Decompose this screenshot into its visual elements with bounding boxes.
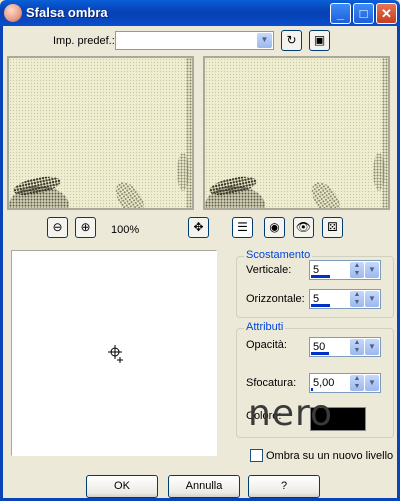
new-layer-checkbox[interactable] bbox=[250, 449, 263, 462]
horizontal-spinner[interactable]: 5 ▲ ▼ ▼ bbox=[309, 289, 381, 309]
zoom-out-button[interactable]: ⊖ bbox=[47, 217, 68, 238]
up-down-arrows-icon[interactable]: ▲ ▼ bbox=[350, 375, 364, 391]
opacity-level-bar bbox=[311, 352, 329, 355]
save-icon: ▣ bbox=[313, 33, 326, 47]
chevron-down-icon[interactable]: ▼ bbox=[257, 33, 272, 48]
blur-spinner[interactable]: 5,00 ▲ ▼ ▼ bbox=[309, 373, 381, 393]
proof-button[interactable]: 👁 bbox=[293, 217, 314, 238]
zoom-level: 100% bbox=[111, 224, 140, 236]
list-icon: ☰ bbox=[237, 220, 248, 234]
vertical-spinner[interactable]: 5 ▲ ▼ ▼ bbox=[309, 260, 381, 280]
eye-icon: 👁 bbox=[295, 220, 312, 234]
dice-icon: ⚄ bbox=[327, 220, 338, 234]
help-button[interactable]: ? bbox=[248, 475, 320, 498]
preset-dropdown[interactable]: ▼ bbox=[115, 31, 274, 50]
up-down-arrows-icon[interactable]: ▲ ▼ bbox=[350, 291, 364, 307]
attributes-group-title: Attributi bbox=[244, 321, 286, 333]
zoom-in-button[interactable]: ⊕ bbox=[75, 217, 96, 238]
opacity-label: Opacità: bbox=[246, 339, 287, 351]
ok-button[interactable]: OK bbox=[86, 475, 158, 498]
offset-canvas[interactable] bbox=[11, 250, 217, 456]
app-icon bbox=[4, 4, 22, 22]
title-bar: Sfalsa ombra _ □ ✕ bbox=[0, 0, 400, 26]
toggle-preview-button[interactable]: ☰ bbox=[232, 217, 253, 238]
pan-button[interactable]: ✥ bbox=[188, 217, 209, 238]
offset-crosshair-icon[interactable] bbox=[12, 251, 218, 457]
move-icon: ✥ bbox=[193, 220, 204, 234]
new-layer-label: Ombra su un nuovo livello bbox=[266, 450, 394, 462]
vertical-level-bar bbox=[311, 275, 330, 278]
save-preset-button[interactable]: ▣ bbox=[309, 30, 330, 51]
minimize-button[interactable]: _ bbox=[330, 3, 351, 24]
opacity-spinner[interactable]: 50 ▲ ▼ ▼ bbox=[309, 337, 381, 357]
randomize-button[interactable]: ⚄ bbox=[322, 217, 343, 238]
cancel-button[interactable]: Annulla bbox=[168, 475, 240, 498]
horizontal-label: Orizzontale: bbox=[246, 293, 305, 305]
up-down-arrows-icon[interactable]: ▲ ▼ bbox=[350, 262, 364, 278]
eye-cursor-icon: ◉ bbox=[269, 220, 280, 234]
maximize-button[interactable]: □ bbox=[353, 3, 374, 24]
horizontal-level-bar bbox=[311, 304, 330, 307]
vertical-label: Verticale: bbox=[246, 264, 292, 276]
zoom-out-icon: ⊖ bbox=[52, 220, 63, 234]
window-title: Sfalsa ombra bbox=[26, 5, 108, 20]
original-preview bbox=[7, 56, 194, 210]
blur-label: Sfocatura: bbox=[246, 377, 297, 389]
preview-on-image-button[interactable]: ◉ bbox=[264, 217, 285, 238]
chevron-down-icon[interactable]: ▼ bbox=[365, 262, 379, 278]
watermark-text: nero bbox=[248, 393, 333, 434]
reset-icon: ↻ bbox=[286, 33, 297, 47]
offset-group-title: Scostamento bbox=[244, 249, 313, 261]
result-preview bbox=[203, 56, 390, 210]
chevron-down-icon[interactable]: ▼ bbox=[365, 339, 379, 355]
chevron-down-icon[interactable]: ▼ bbox=[365, 291, 379, 307]
close-button[interactable]: ✕ bbox=[376, 3, 397, 24]
up-down-arrows-icon[interactable]: ▲ ▼ bbox=[350, 339, 364, 355]
reset-preset-button[interactable]: ↻ bbox=[281, 30, 302, 51]
blur-level-bar bbox=[311, 388, 313, 391]
preset-label: Imp. predef.: bbox=[53, 35, 115, 47]
zoom-in-icon: ⊕ bbox=[80, 220, 91, 234]
chevron-down-icon[interactable]: ▼ bbox=[365, 375, 379, 391]
blur-value: 5,00 bbox=[313, 377, 335, 389]
